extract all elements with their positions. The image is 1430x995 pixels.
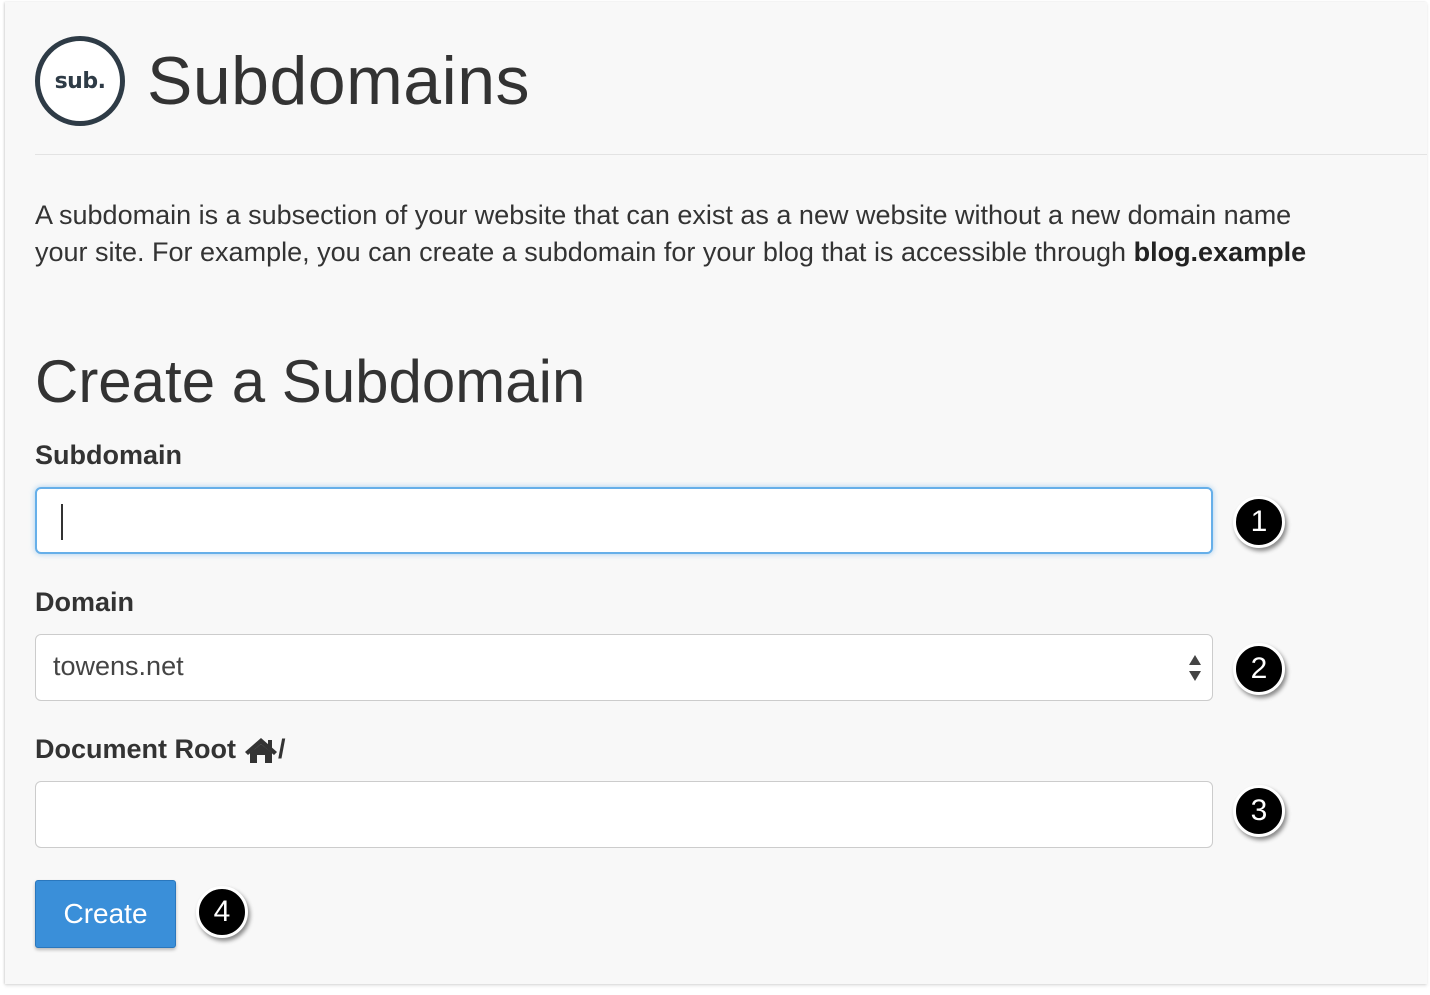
domain-label: Domain: [35, 587, 134, 618]
description-line-2: your site. For example, you can create a…: [35, 234, 1427, 271]
document-root-input[interactable]: [35, 781, 1213, 848]
subdomains-page: sub. Subdomains A subdomain is a subsect…: [5, 2, 1427, 984]
subdomain-label-text: Subdomain: [35, 440, 182, 470]
callout-badge-1: 1: [1233, 496, 1285, 548]
document-root-slash: /: [277, 734, 286, 764]
header-divider: [35, 154, 1427, 155]
subdomains-logo-icon: sub.: [35, 36, 125, 126]
home-icon: [244, 737, 277, 763]
create-button[interactable]: Create: [35, 880, 176, 948]
description-line-1: A subdomain is a subsection of your webs…: [35, 200, 1292, 230]
domain-select-value: towens.net: [53, 651, 184, 681]
text-cursor: [61, 504, 63, 540]
description-example-domain: blog.example: [1133, 237, 1307, 267]
callout-badge-3: 3: [1233, 785, 1285, 837]
logo-text: sub.: [54, 68, 106, 94]
document-root-label-text: Document Root: [35, 734, 236, 764]
select-up-down-icon: [1189, 655, 1201, 681]
document-root-label: Document Root /: [35, 734, 286, 765]
description-line-2-text: your site. For example, you can create a…: [35, 237, 1134, 267]
subdomain-input[interactable]: [35, 487, 1213, 554]
domain-label-text: Domain: [35, 587, 135, 617]
callout-badge-4: 4: [196, 886, 248, 938]
section-title: Create a Subdomain: [35, 348, 586, 415]
page-title: Subdomains: [147, 43, 531, 119]
subdomain-label: Subdomain: [35, 440, 182, 471]
domain-select[interactable]: towens.net: [35, 634, 1213, 701]
callout-badge-2: 2: [1233, 643, 1285, 695]
page-header: sub. Subdomains: [35, 36, 530, 126]
page-description: A subdomain is a subsection of your webs…: [35, 197, 1427, 271]
